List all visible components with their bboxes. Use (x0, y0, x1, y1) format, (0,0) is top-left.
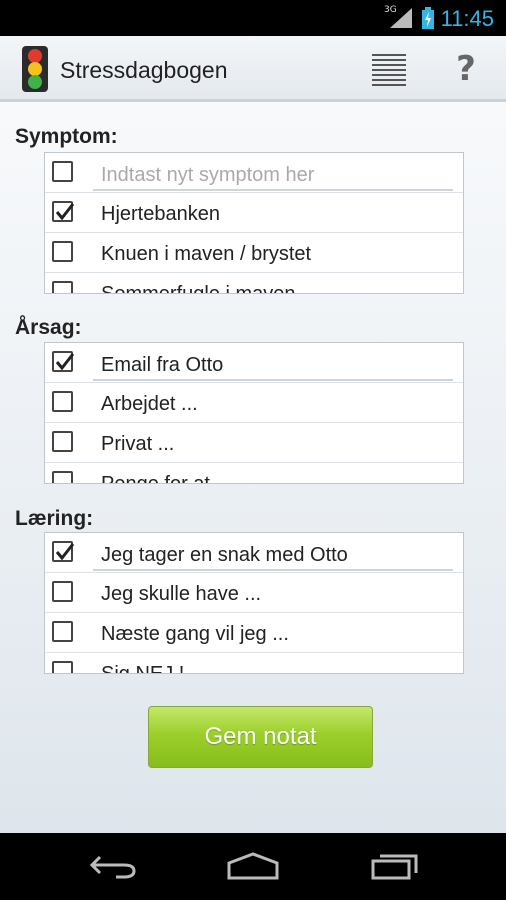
clock: 11:45 (440, 6, 494, 31)
list-item[interactable]: Sig NEJ ! (45, 653, 463, 674)
checkbox[interactable] (52, 241, 73, 262)
list-item-label: Jeg skulle have ... (101, 583, 262, 605)
new-symptom-input[interactable] (93, 161, 453, 191)
app-title: Stressdagbogen (60, 57, 228, 83)
symptom-list[interactable]: Hjertebanken Knuen i maven / brystet Som… (44, 152, 464, 294)
checkbox-checked[interactable] (52, 201, 75, 222)
section-label-symptom: Symptom: (15, 125, 118, 148)
checkbox-checked[interactable] (52, 351, 75, 372)
signal-icon: 3G (384, 5, 414, 30)
list-item[interactable] (45, 153, 463, 193)
list-item[interactable] (45, 533, 463, 573)
list-item[interactable]: Penge for at (45, 463, 463, 484)
checkbox-checked[interactable] (52, 541, 75, 562)
list-item-label: Arbejdet ... (101, 393, 198, 415)
traffic-light-icon (22, 46, 48, 92)
checkbox[interactable] (52, 661, 73, 673)
list-view-icon[interactable] (372, 54, 406, 86)
list-item-label: Sig NEJ ! (101, 663, 185, 674)
list-item[interactable]: Knuen i maven / brystet (45, 233, 463, 273)
list-item-label: Privat ... (101, 433, 175, 455)
battery-icon (422, 7, 434, 29)
checkbox[interactable] (52, 471, 73, 483)
home-icon[interactable] (226, 851, 279, 881)
list-item-label: Næste gang vil jeg ... (101, 623, 289, 645)
navigation-bar (0, 833, 506, 900)
checkbox[interactable] (52, 621, 73, 642)
new-learning-input[interactable] (93, 541, 453, 571)
list-item[interactable]: Jeg skulle have ... (45, 573, 463, 613)
list-item[interactable]: Sommerfugle i maven (45, 273, 463, 294)
list-item[interactable]: Arbejdet ... (45, 383, 463, 423)
checkbox[interactable] (52, 161, 73, 182)
status-bar: 3G 11:45 (0, 0, 506, 36)
action-bar: Stressdagbogen ? (0, 36, 506, 102)
list-item[interactable]: Privat ... (45, 423, 463, 463)
section-label-cause: Årsag: (15, 316, 82, 339)
new-cause-input[interactable] (93, 351, 453, 381)
list-item-label: Hjertebanken (101, 203, 220, 225)
checkbox[interactable] (52, 281, 73, 293)
list-item[interactable] (45, 343, 463, 383)
list-item-label: Knuen i maven / brystet (101, 243, 312, 265)
recent-apps-icon[interactable] (370, 851, 420, 881)
back-icon[interactable] (88, 851, 138, 881)
network-type-label: 3G (384, 5, 397, 15)
list-item-label: Penge for at (101, 473, 210, 484)
checkbox[interactable] (52, 431, 73, 452)
list-item-label: Sommerfugle i maven (101, 283, 296, 294)
list-item[interactable]: Næste gang vil jeg ... (45, 613, 463, 653)
checkbox[interactable] (52, 581, 73, 602)
list-item[interactable]: Hjertebanken (45, 193, 463, 233)
help-icon[interactable]: ? (450, 49, 482, 89)
cause-list[interactable]: Arbejdet ... Privat ... Penge for at (44, 342, 464, 484)
section-label-learning: Læring: (15, 507, 94, 530)
learning-list[interactable]: Jeg skulle have ... Næste gang vil jeg .… (44, 532, 464, 674)
save-note-button[interactable]: Gem notat (148, 706, 373, 768)
checkbox[interactable] (52, 391, 73, 412)
